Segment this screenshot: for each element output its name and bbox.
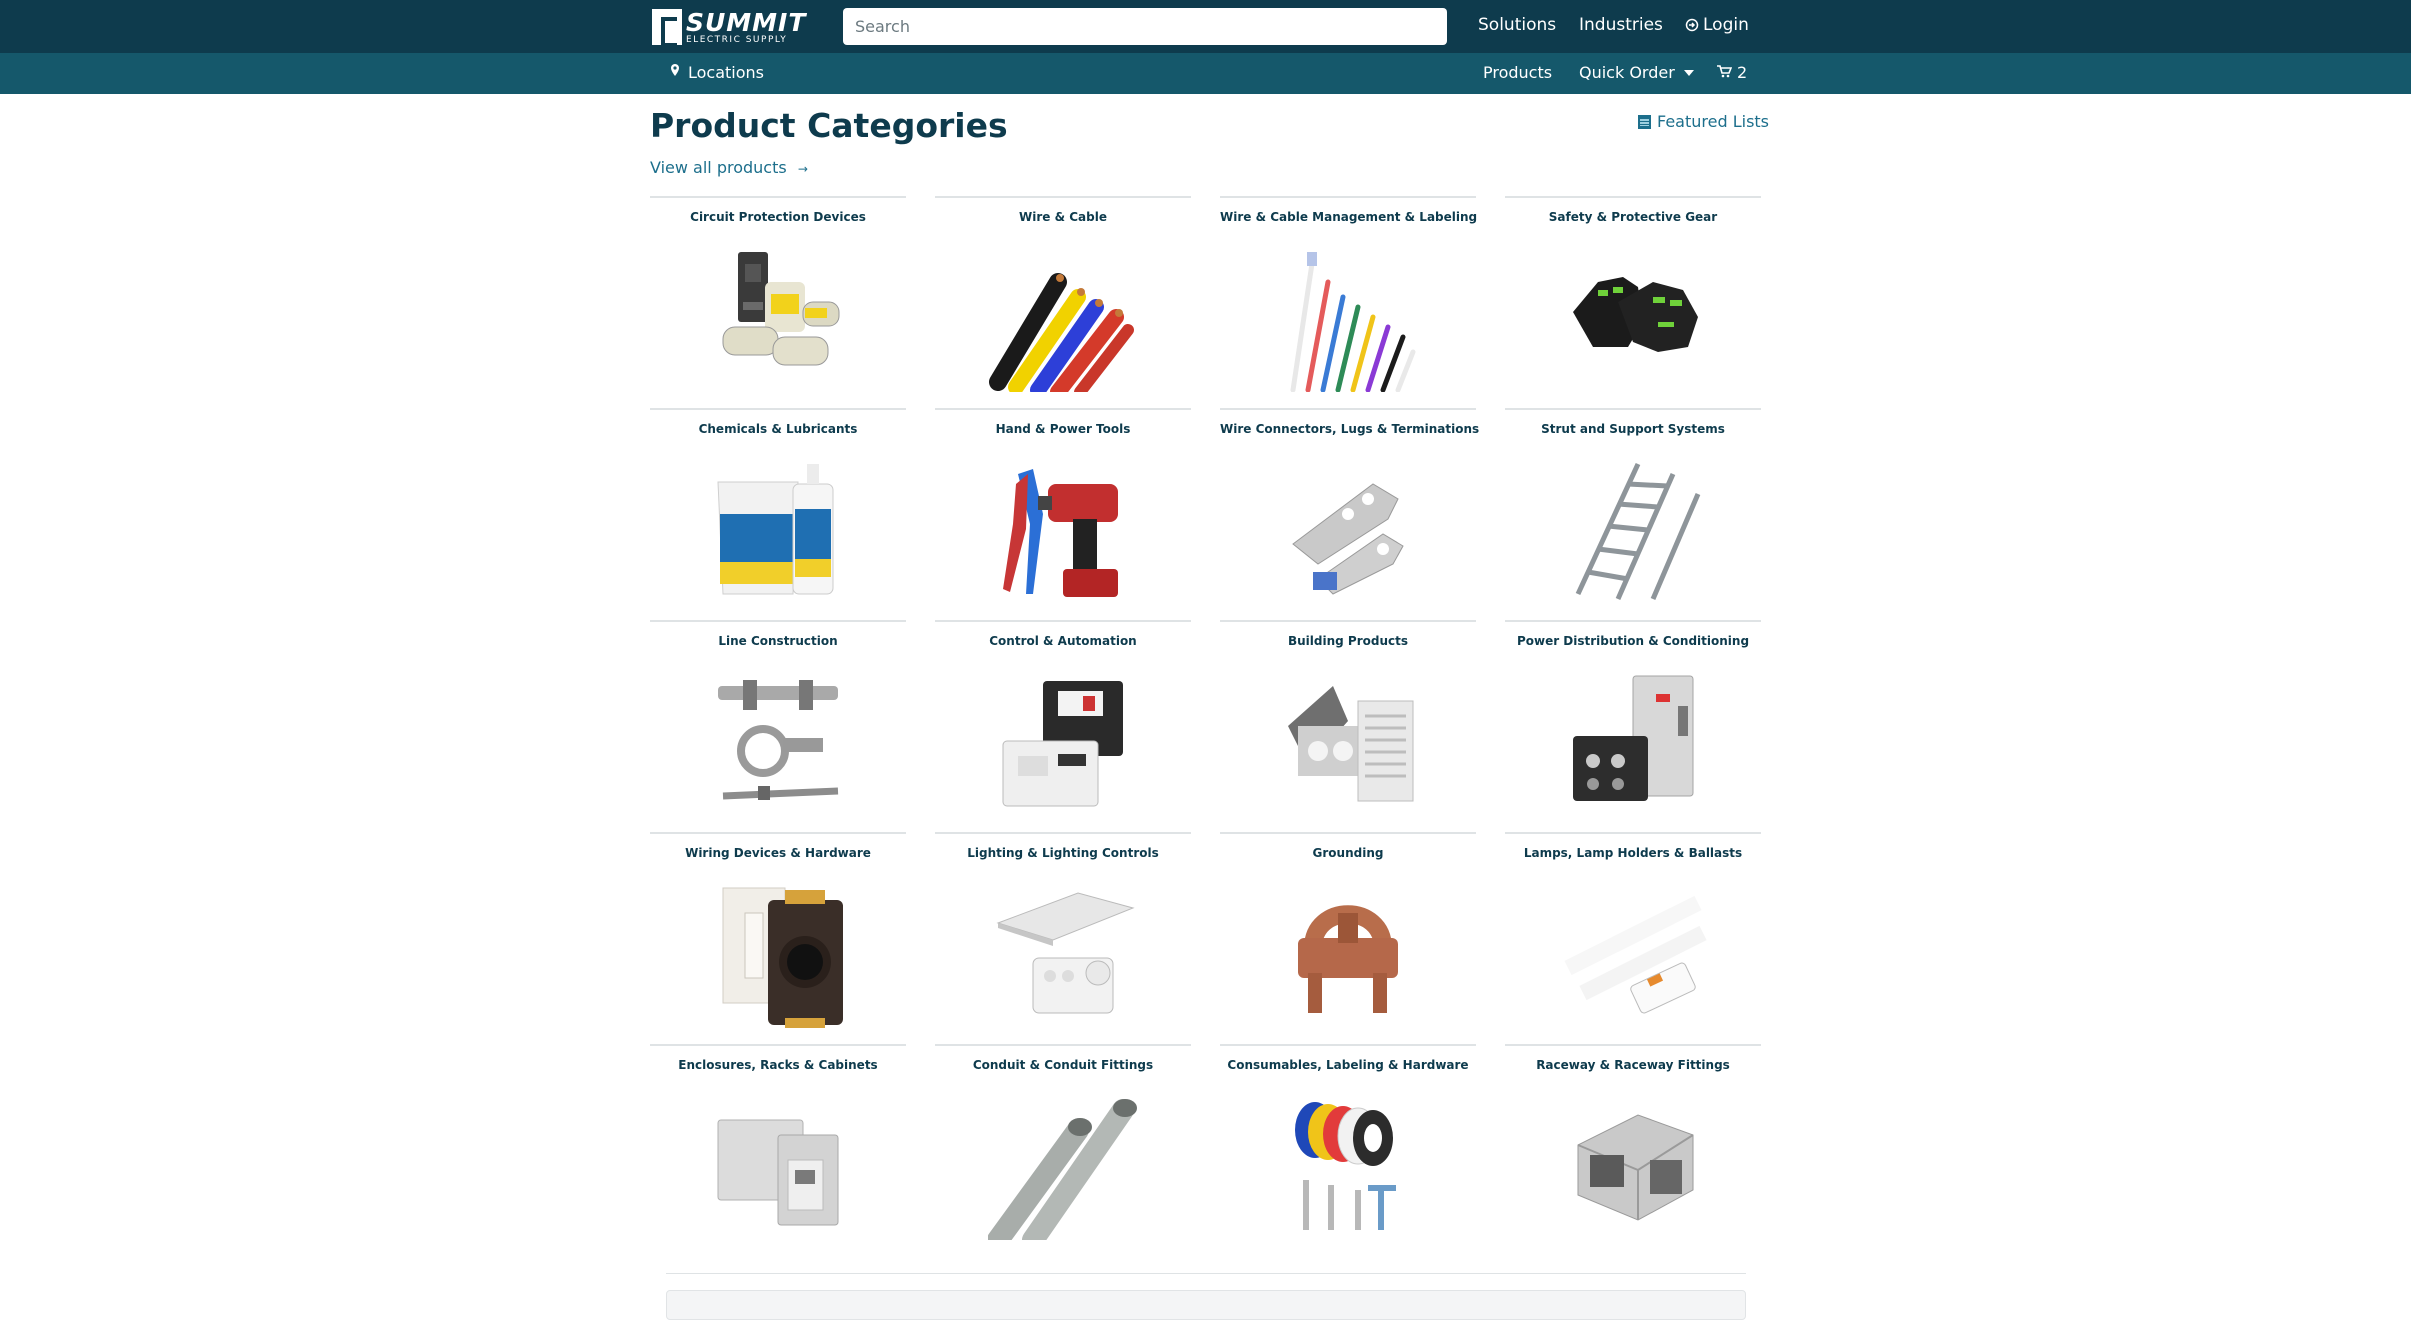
disconnect-switch-icon	[1573, 675, 1694, 801]
category-label: Line Construction	[718, 634, 838, 648]
category-label: Raceway & Raceway Fittings	[1536, 1058, 1730, 1072]
category-card[interactable]: Raceway & Raceway Fittings	[1505, 1044, 1761, 1256]
tape-screws-icon	[1295, 1102, 1396, 1230]
quick-order-label: Quick Order	[1579, 63, 1675, 82]
drill-pliers-icon	[1003, 469, 1118, 597]
line-hardware-icon	[718, 680, 839, 800]
cable-tray-icon	[1575, 462, 1701, 601]
logo-subtext: ELECTRIC SUPPLY	[686, 34, 788, 45]
category-card[interactable]: Lamps, Lamp Holders & Ballasts	[1505, 832, 1761, 1044]
category-card[interactable]: Wire Connectors, Lugs & Terminations	[1220, 408, 1480, 620]
category-label: Enclosures, Racks & Cabinets	[678, 1058, 878, 1072]
category-card[interactable]: Control & Automation	[935, 620, 1191, 832]
top-navbar: SUMMIT ELECTRIC SUPPLY Solutions Industr…	[0, 0, 2411, 53]
category-card[interactable]: Wire & Cable Management & Labeling	[1220, 196, 1478, 408]
nav-locations[interactable]: Locations	[670, 63, 764, 82]
category-card[interactable]: Building Products	[1220, 620, 1476, 832]
wire-cable-icon	[989, 273, 1134, 392]
contactor-icon	[1002, 681, 1123, 807]
login-label: Login	[1703, 15, 1749, 35]
nav-login[interactable]: Login	[1685, 15, 1749, 35]
category-label: Circuit Protection Devices	[690, 210, 866, 224]
sub-navbar: Locations Products Quick Order 2	[0, 53, 2411, 94]
category-card[interactable]: Hand & Power Tools	[935, 408, 1191, 620]
category-label: Grounding	[1312, 846, 1384, 860]
exhaust-fan-icon	[1288, 686, 1414, 802]
category-label: Lamps, Lamp Holders & Ballasts	[1523, 846, 1743, 860]
raceway-fitting-icon	[1577, 1114, 1694, 1221]
category-card[interactable]: Power Distribution & Conditioning	[1505, 620, 1761, 832]
conduit-icon	[988, 1099, 1137, 1240]
logo-text: SUMMIT	[686, 7, 807, 37]
category-label: Hand & Power Tools	[995, 422, 1131, 436]
quick-order-dropdown[interactable]: Quick Order	[1579, 63, 1694, 82]
page-title: Product Categories	[650, 106, 1008, 145]
login-icon	[1685, 18, 1699, 32]
ground-clamp-icon	[1298, 905, 1398, 1013]
map-pin-icon	[671, 64, 679, 76]
view-all-label: View all products	[650, 158, 787, 177]
category-label: Building Products	[1287, 634, 1408, 648]
cart-icon	[1717, 64, 1732, 77]
featured-lists-label: Featured Lists	[1657, 112, 1770, 131]
category-card[interactable]: Enclosures, Racks & Cabinets	[650, 1044, 906, 1256]
category-card[interactable]: Circuit Protection Devices	[650, 196, 906, 408]
category-card[interactable]: Lighting & Lighting Controls	[935, 832, 1191, 1044]
lugs-icon	[1292, 483, 1404, 595]
category-label: Lighting & Lighting Controls	[967, 846, 1159, 860]
category-card[interactable]: Conduit & Conduit Fittings	[935, 1044, 1191, 1256]
category-label: Wire & Cable	[1019, 210, 1107, 224]
breaker-fuses-icon	[722, 252, 840, 366]
gloves-icon	[1573, 277, 1698, 352]
category-label: Control & Automation	[989, 634, 1137, 648]
arrow-right-icon: →	[797, 162, 808, 176]
cart-button[interactable]: 2	[1717, 63, 1747, 82]
cable-ties-icon	[1290, 252, 1416, 392]
category-card[interactable]: Chemicals & Lubricants	[650, 408, 906, 620]
next-section-box	[666, 1290, 1746, 1320]
category-card[interactable]: Strut and Support Systems	[1505, 408, 1761, 620]
category-label: Consumables, Labeling & Hardware	[1227, 1058, 1469, 1072]
logo-mark-icon	[652, 9, 682, 47]
chevron-down-icon	[1683, 69, 1694, 76]
locations-label: Locations	[688, 63, 765, 82]
led-tubes-icon	[1564, 895, 1707, 1014]
category-label: Strut and Support Systems	[1541, 422, 1725, 436]
featured-lists-link[interactable]: Featured Lists	[1638, 112, 1769, 131]
summit-logo[interactable]: SUMMIT ELECTRIC SUPPLY	[652, 7, 810, 47]
section-divider	[666, 1273, 1746, 1274]
lubricant-bucket-icon	[717, 464, 834, 595]
category-card[interactable]: Safety & Protective Gear	[1505, 196, 1761, 408]
category-label: Conduit & Conduit Fittings	[972, 1058, 1154, 1072]
cart-count: 2	[1737, 63, 1748, 82]
enclosure-icon	[717, 1119, 839, 1226]
category-label: Chemicals & Lubricants	[698, 422, 858, 436]
nav-products[interactable]: Products	[1483, 63, 1552, 82]
category-card[interactable]: Wire & Cable	[935, 196, 1191, 408]
category-card[interactable]: Grounding	[1220, 832, 1476, 1044]
list-icon	[1638, 114, 1651, 129]
search-input[interactable]	[843, 8, 1447, 45]
view-all-products-link[interactable]: View all products →	[650, 158, 808, 177]
light-fixture-icon	[996, 892, 1135, 1014]
nav-solutions[interactable]: Solutions	[1478, 15, 1556, 35]
category-label: Power Distribution & Conditioning	[1516, 634, 1750, 648]
category-card[interactable]: Consumables, Labeling & Hardware	[1220, 1044, 1476, 1256]
category-label: Wiring Devices & Hardware	[685, 846, 871, 860]
category-card[interactable]: Line Construction	[650, 620, 906, 832]
category-grid: Circuit Protection Devices Wire & Cable	[650, 196, 1762, 1256]
nav-industries[interactable]: Industries	[1579, 15, 1663, 35]
category-card[interactable]: Wiring Devices & Hardware	[650, 832, 906, 1044]
category-label: Wire Connectors, Lugs & Terminations	[1220, 422, 1480, 436]
receptacle-dimmer-icon	[722, 887, 843, 1028]
category-label: Wire & Cable Management & Labeling	[1220, 210, 1478, 224]
category-label: Safety & Protective Gear	[1548, 210, 1718, 224]
